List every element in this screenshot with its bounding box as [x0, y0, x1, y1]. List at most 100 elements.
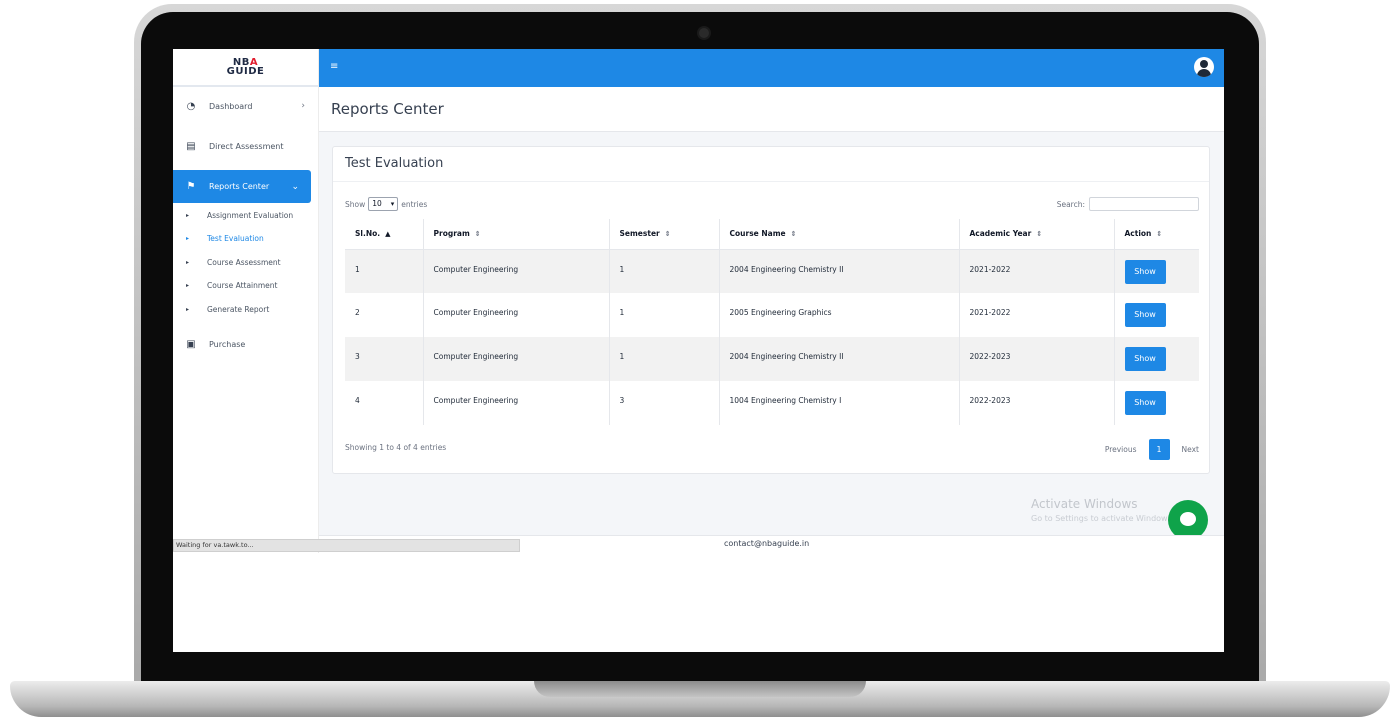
- table-row: 4 Computer Engineering 3 1004 Engineerin…: [345, 381, 1199, 425]
- sidebar-subitem-label: Course Attainment: [207, 280, 278, 290]
- laptop-notch: [534, 681, 866, 697]
- column-header-label: Semester: [619, 229, 660, 239]
- cell-semester: 1: [609, 337, 720, 381]
- sort-icon: ⇕: [1036, 230, 1043, 239]
- pagination-previous[interactable]: Previous: [1105, 445, 1137, 454]
- cell-semester: 3: [609, 381, 720, 425]
- sidebar-item-label: Reports Center: [209, 182, 270, 191]
- money-icon: ▣: [186, 338, 196, 350]
- column-header-label: Action: [1124, 229, 1152, 239]
- chat-widget-button[interactable]: [1168, 500, 1208, 540]
- column-header-academic-year[interactable]: Academic Year ⇕: [959, 219, 1115, 250]
- sort-icon: ⇕: [474, 230, 481, 239]
- show-button[interactable]: Show: [1124, 303, 1166, 327]
- sort-asc-icon: ▲: [385, 230, 391, 239]
- column-header-action[interactable]: Action ⇕: [1114, 219, 1199, 250]
- column-header-program[interactable]: Program ⇕: [423, 219, 610, 250]
- cell-action: Show: [1114, 381, 1199, 425]
- test-evaluation-card: Test Evaluation Show 10 ▾ entries Search…: [332, 146, 1210, 474]
- sort-icon: ⇕: [1156, 230, 1163, 239]
- cell-program: Computer Engineering: [423, 293, 610, 337]
- search-control: Search:: [1057, 197, 1199, 211]
- sidebar-item-label: Purchase: [209, 339, 246, 349]
- sidebar-item-dashboard[interactable]: ◔ Dashboard ›: [173, 95, 319, 117]
- bullet-icon: ▸: [186, 281, 190, 289]
- cell-course-name: 2004 Engineering Chemistry II: [719, 249, 960, 293]
- cell-course-name: 2005 Engineering Graphics: [719, 293, 960, 337]
- table-row: 1 Computer Engineering 1 2004 Engineerin…: [345, 249, 1199, 293]
- bullet-icon: ▸: [186, 211, 190, 219]
- show-entries-control: Show 10 ▾ entries: [345, 197, 427, 211]
- cell-program: Computer Engineering: [423, 381, 610, 425]
- cell-semester: 1: [609, 293, 720, 337]
- search-input[interactable]: [1089, 197, 1199, 211]
- sidebar-subitem-course-assessment[interactable]: ▸ Course Assessment: [173, 254, 319, 270]
- cell-program: Computer Engineering: [423, 249, 610, 293]
- user-avatar[interactable]: [1194, 57, 1214, 77]
- sidebar-subitem-label: Test Evaluation: [207, 233, 264, 243]
- hamburger-menu-icon[interactable]: ≡: [330, 61, 338, 72]
- column-header-label: Course Name: [729, 229, 786, 239]
- sidebar-subitem-test-evaluation[interactable]: ▸ Test Evaluation: [173, 230, 319, 246]
- bullet-icon: ▸: [186, 258, 190, 266]
- show-button[interactable]: Show: [1124, 259, 1166, 284]
- bullet-icon: ▸: [186, 234, 190, 242]
- table-header-row: Sl.No. ▲ Program ⇕ Semester ⇕ Course Name ⇕ …: [345, 219, 1199, 250]
- cell-sl-no: 1: [345, 249, 424, 293]
- cell-action: Show: [1114, 337, 1199, 381]
- cell-academic-year: 2021-2022: [959, 293, 1115, 337]
- sidebar-subitem-label: Generate Report: [207, 304, 270, 314]
- table-row: 2 Computer Engineering 1 2005 Engineerin…: [345, 293, 1199, 337]
- sidebar-item-purchase[interactable]: ▣ Purchase: [173, 333, 319, 355]
- evaluation-table: Sl.No. ▲ Program ⇕ Semester ⇕ Course Name ⇕ …: [345, 219, 1199, 425]
- column-header-label: Academic Year: [969, 229, 1032, 239]
- chevron-right-icon: ›: [301, 101, 305, 111]
- sidebar-subitem-assignment-evaluation[interactable]: ▸ Assignment Evaluation: [173, 207, 319, 223]
- gauge-icon: ◔: [186, 100, 196, 112]
- cell-academic-year: 2022-2023: [959, 337, 1115, 381]
- column-header-course-name[interactable]: Course Name ⇕: [719, 219, 960, 250]
- screen: NBA GUIDE ◔ Dashboard › ▤ Direct Assessm…: [173, 49, 1224, 652]
- cell-action: Show: [1114, 293, 1199, 337]
- table-info: Showing 1 to 4 of 4 entries: [345, 443, 447, 452]
- bullet-icon: ▸: [186, 305, 190, 313]
- entries-label: entries: [401, 199, 428, 209]
- card-title: Test Evaluation: [345, 156, 444, 171]
- sidebar-subitem-course-attainment[interactable]: ▸ Course Attainment: [173, 277, 319, 293]
- column-header-semester[interactable]: Semester ⇕: [609, 219, 720, 250]
- webcam: [697, 26, 711, 40]
- entries-select[interactable]: 10 ▾: [368, 197, 399, 211]
- sidebar-subitem-generate-report[interactable]: ▸ Generate Report: [173, 301, 319, 317]
- pagination-next[interactable]: Next: [1182, 445, 1199, 454]
- logo-line2: GUIDE: [226, 66, 265, 77]
- search-label: Search:: [1056, 199, 1085, 209]
- show-button[interactable]: Show: [1124, 347, 1166, 371]
- page-title: Reports Center: [331, 100, 444, 118]
- column-header-label: Sl.No.: [355, 229, 381, 239]
- cell-academic-year: 2022-2023: [959, 381, 1115, 425]
- sidebar-item-direct-assessment[interactable]: ▤ Direct Assessment: [173, 135, 319, 157]
- column-header-sl-no[interactable]: Sl.No. ▲: [345, 219, 424, 250]
- show-label: Show: [345, 199, 366, 209]
- cell-sl-no: 3: [345, 337, 424, 381]
- cell-sl-no: 4: [345, 381, 424, 425]
- table-row: 3 Computer Engineering 1 2004 Engineerin…: [345, 337, 1199, 381]
- app: NBA GUIDE ◔ Dashboard › ▤ Direct Assessm…: [173, 49, 1224, 553]
- sidebar-item-label: Direct Assessment: [209, 141, 284, 151]
- show-button[interactable]: Show: [1124, 391, 1166, 415]
- pagination: Previous 1 Next: [1105, 439, 1199, 460]
- pagination-page-1[interactable]: 1: [1148, 439, 1170, 460]
- entries-select-value: 10: [372, 199, 382, 208]
- sort-icon: ⇕: [790, 230, 797, 239]
- cell-course-name: 2004 Engineering Chemistry II: [719, 337, 960, 381]
- logo[interactable]: NBA GUIDE: [173, 49, 318, 87]
- column-header-label: Program: [433, 229, 470, 239]
- sidebar-subitem-label: Assignment Evaluation: [207, 210, 294, 220]
- footer-contact[interactable]: contact@nbaguide.in: [724, 539, 809, 548]
- cell-program: Computer Engineering: [423, 337, 610, 381]
- avatar-body: [1197, 69, 1211, 77]
- cell-course-name: 1004 Engineering Chemistry I: [719, 381, 960, 425]
- chevron-down-icon: ▾: [390, 200, 395, 208]
- cell-semester: 1: [609, 249, 720, 293]
- sidebar-item-reports-center[interactable]: ⚑ Reports Center ⌄: [173, 170, 311, 203]
